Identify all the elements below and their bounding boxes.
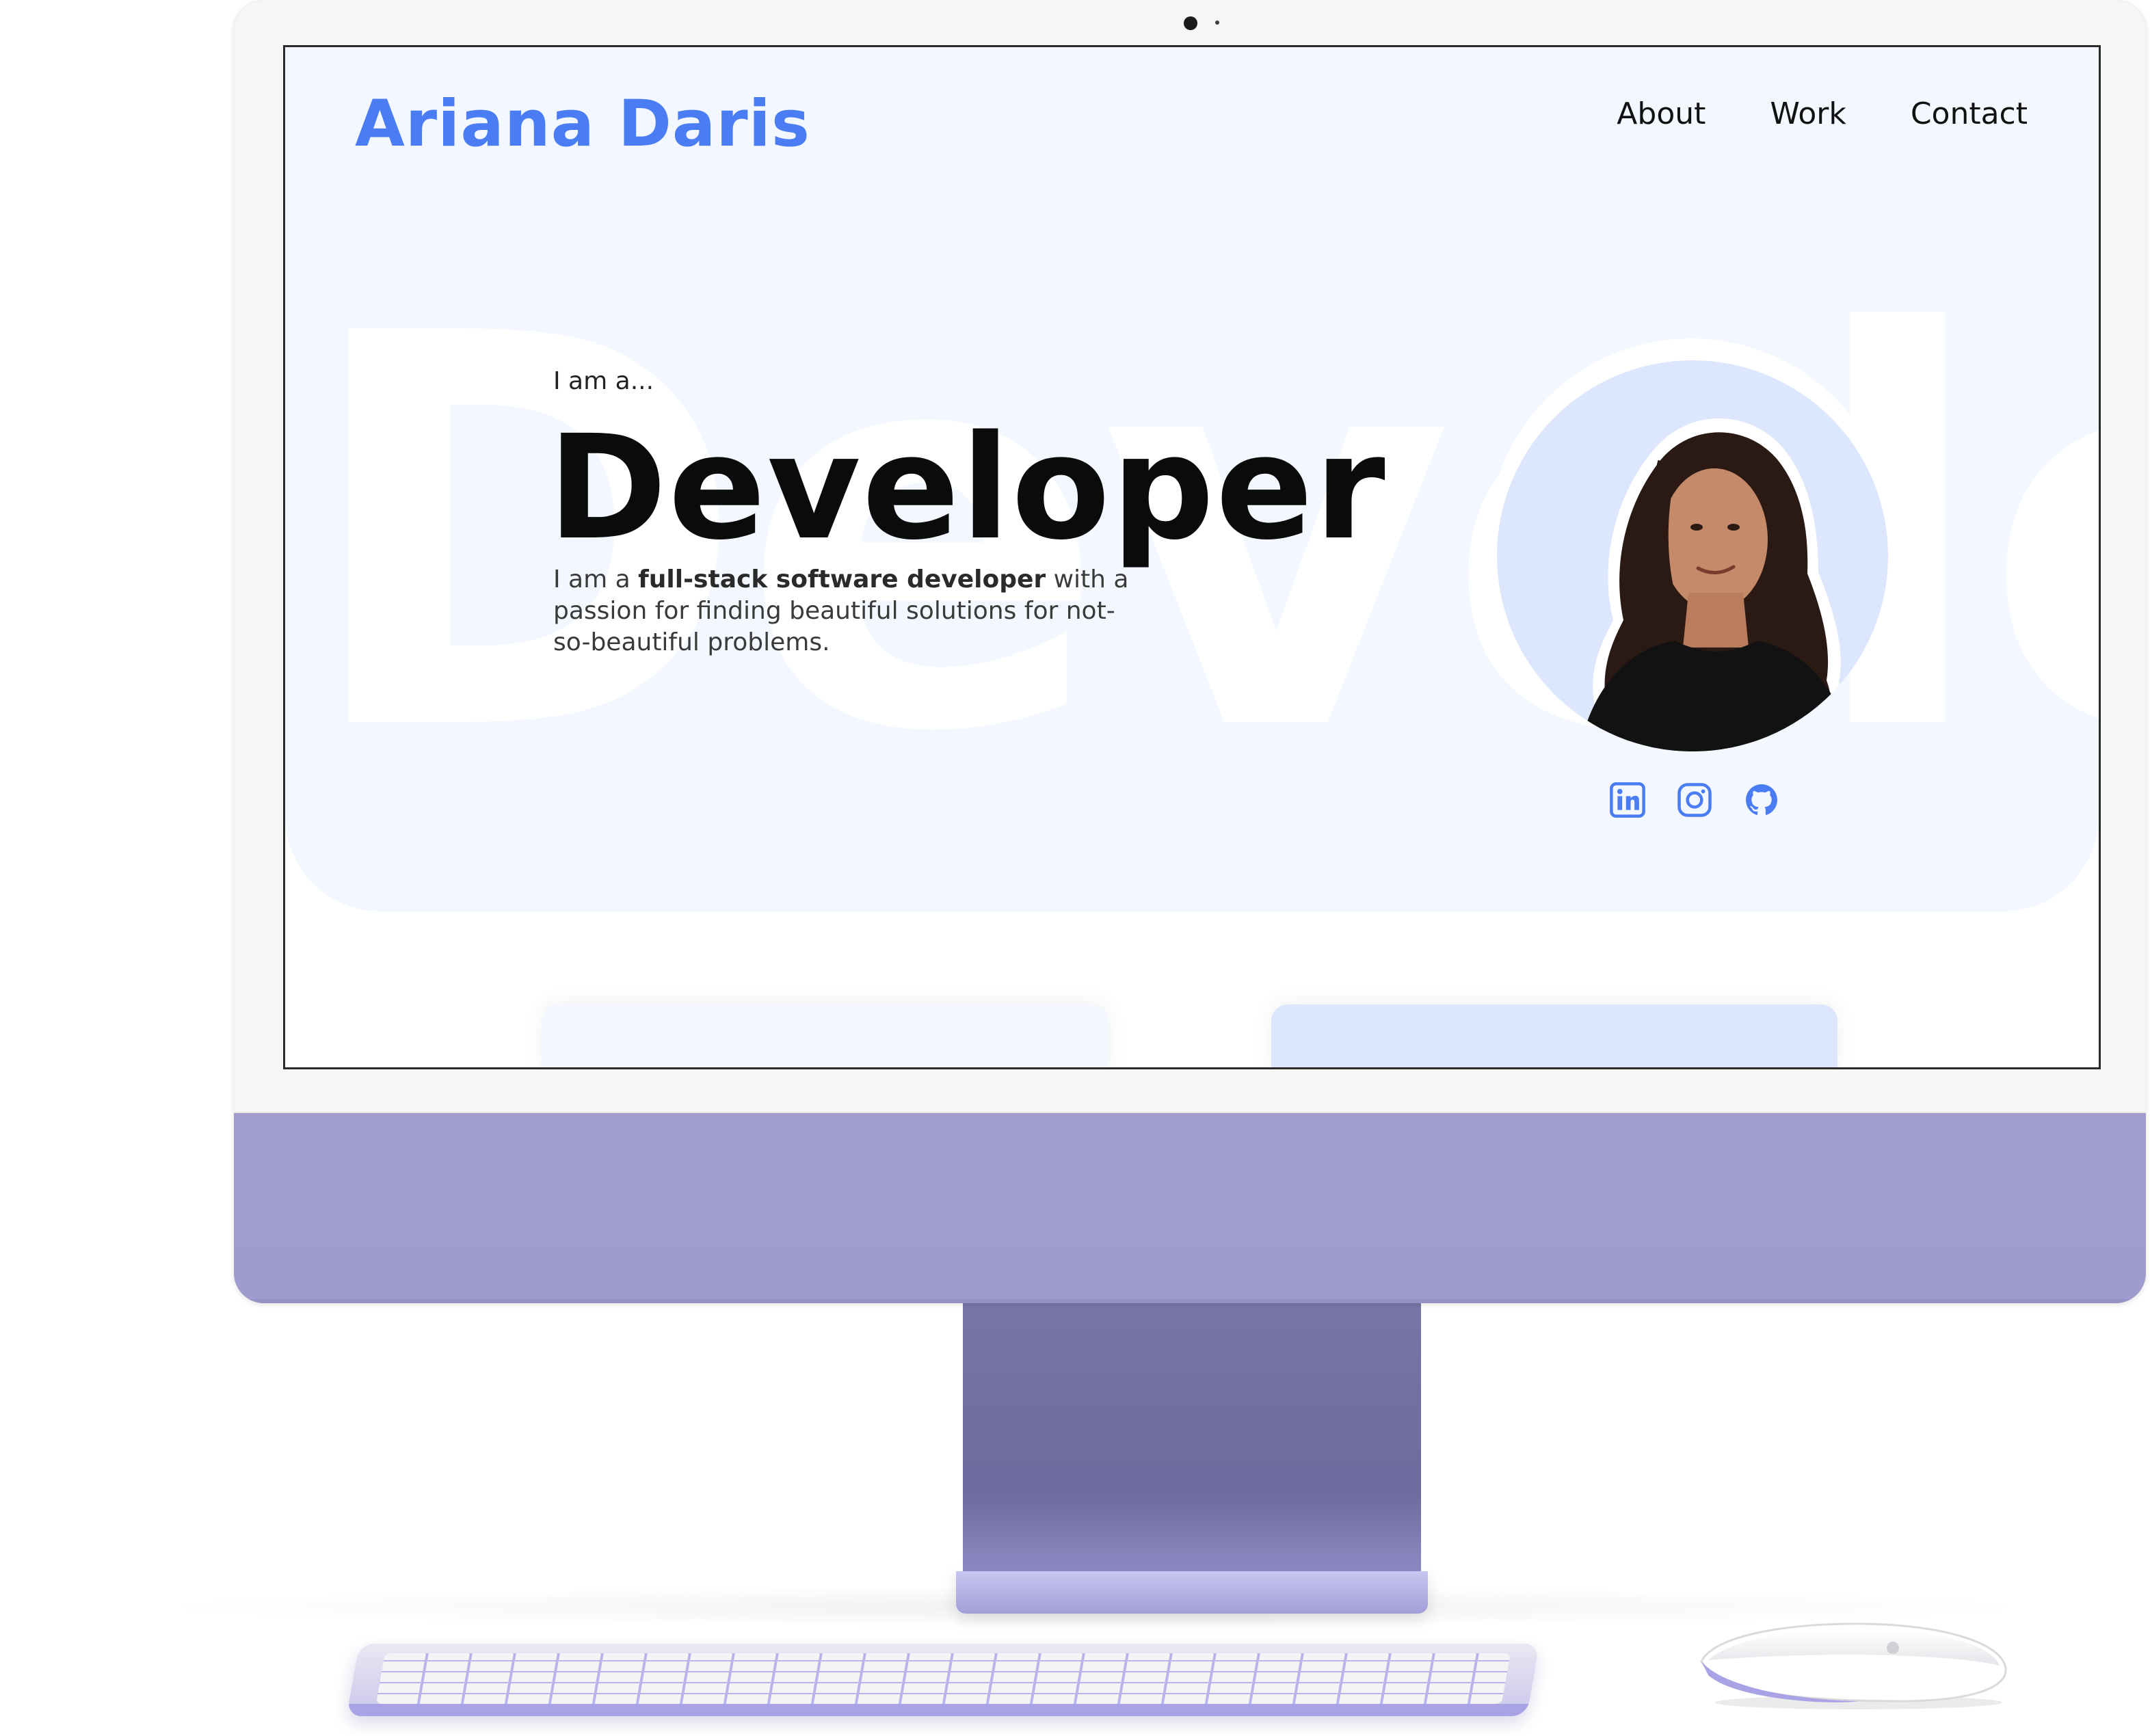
social-links bbox=[1609, 782, 1780, 818]
hero-role-title: Developer bbox=[548, 404, 1387, 572]
mouse-icon bbox=[1700, 1623, 2007, 1709]
imac-stand-neck bbox=[963, 1303, 1421, 1571]
keyboard-keys bbox=[375, 1653, 1511, 1704]
hero-intro: I am a... bbox=[553, 367, 654, 395]
hero-bio: I am a full-stack software developer wit… bbox=[553, 564, 1141, 658]
github-icon[interactable] bbox=[1743, 782, 1780, 818]
website-screen: Develop Ariana Daris About Work Contact … bbox=[283, 45, 2101, 1069]
imac-mockup-scene: Develop Ariana Daris About Work Contact … bbox=[0, 0, 2150, 1736]
imac-stand-base bbox=[956, 1571, 1428, 1614]
instagram-icon[interactable] bbox=[1676, 782, 1713, 818]
work-card-left[interactable] bbox=[542, 1004, 1109, 1067]
nav-link-contact[interactable]: Contact bbox=[1911, 96, 2028, 131]
nav-link-work[interactable]: Work bbox=[1770, 96, 1846, 131]
linkedin-icon[interactable] bbox=[1609, 782, 1646, 818]
work-card-right[interactable] bbox=[1271, 1004, 1837, 1067]
nav-link-about[interactable]: About bbox=[1617, 96, 1706, 131]
portrait-illustration bbox=[1579, 418, 1853, 751]
avatar bbox=[1497, 360, 1888, 751]
bio-highlight: full-stack software developer bbox=[638, 565, 1046, 593]
camera-icon bbox=[1184, 16, 1197, 30]
bio-prefix: I am a bbox=[553, 565, 639, 593]
site-logo[interactable]: Ariana Daris bbox=[355, 87, 810, 161]
main-nav: About Work Contact bbox=[1617, 96, 2028, 131]
keyboard-edge bbox=[346, 1704, 1529, 1716]
camera-indicator-icon bbox=[1215, 21, 1219, 25]
keyboard bbox=[346, 1644, 1540, 1716]
imac-chin-edge bbox=[234, 1299, 2146, 1303]
